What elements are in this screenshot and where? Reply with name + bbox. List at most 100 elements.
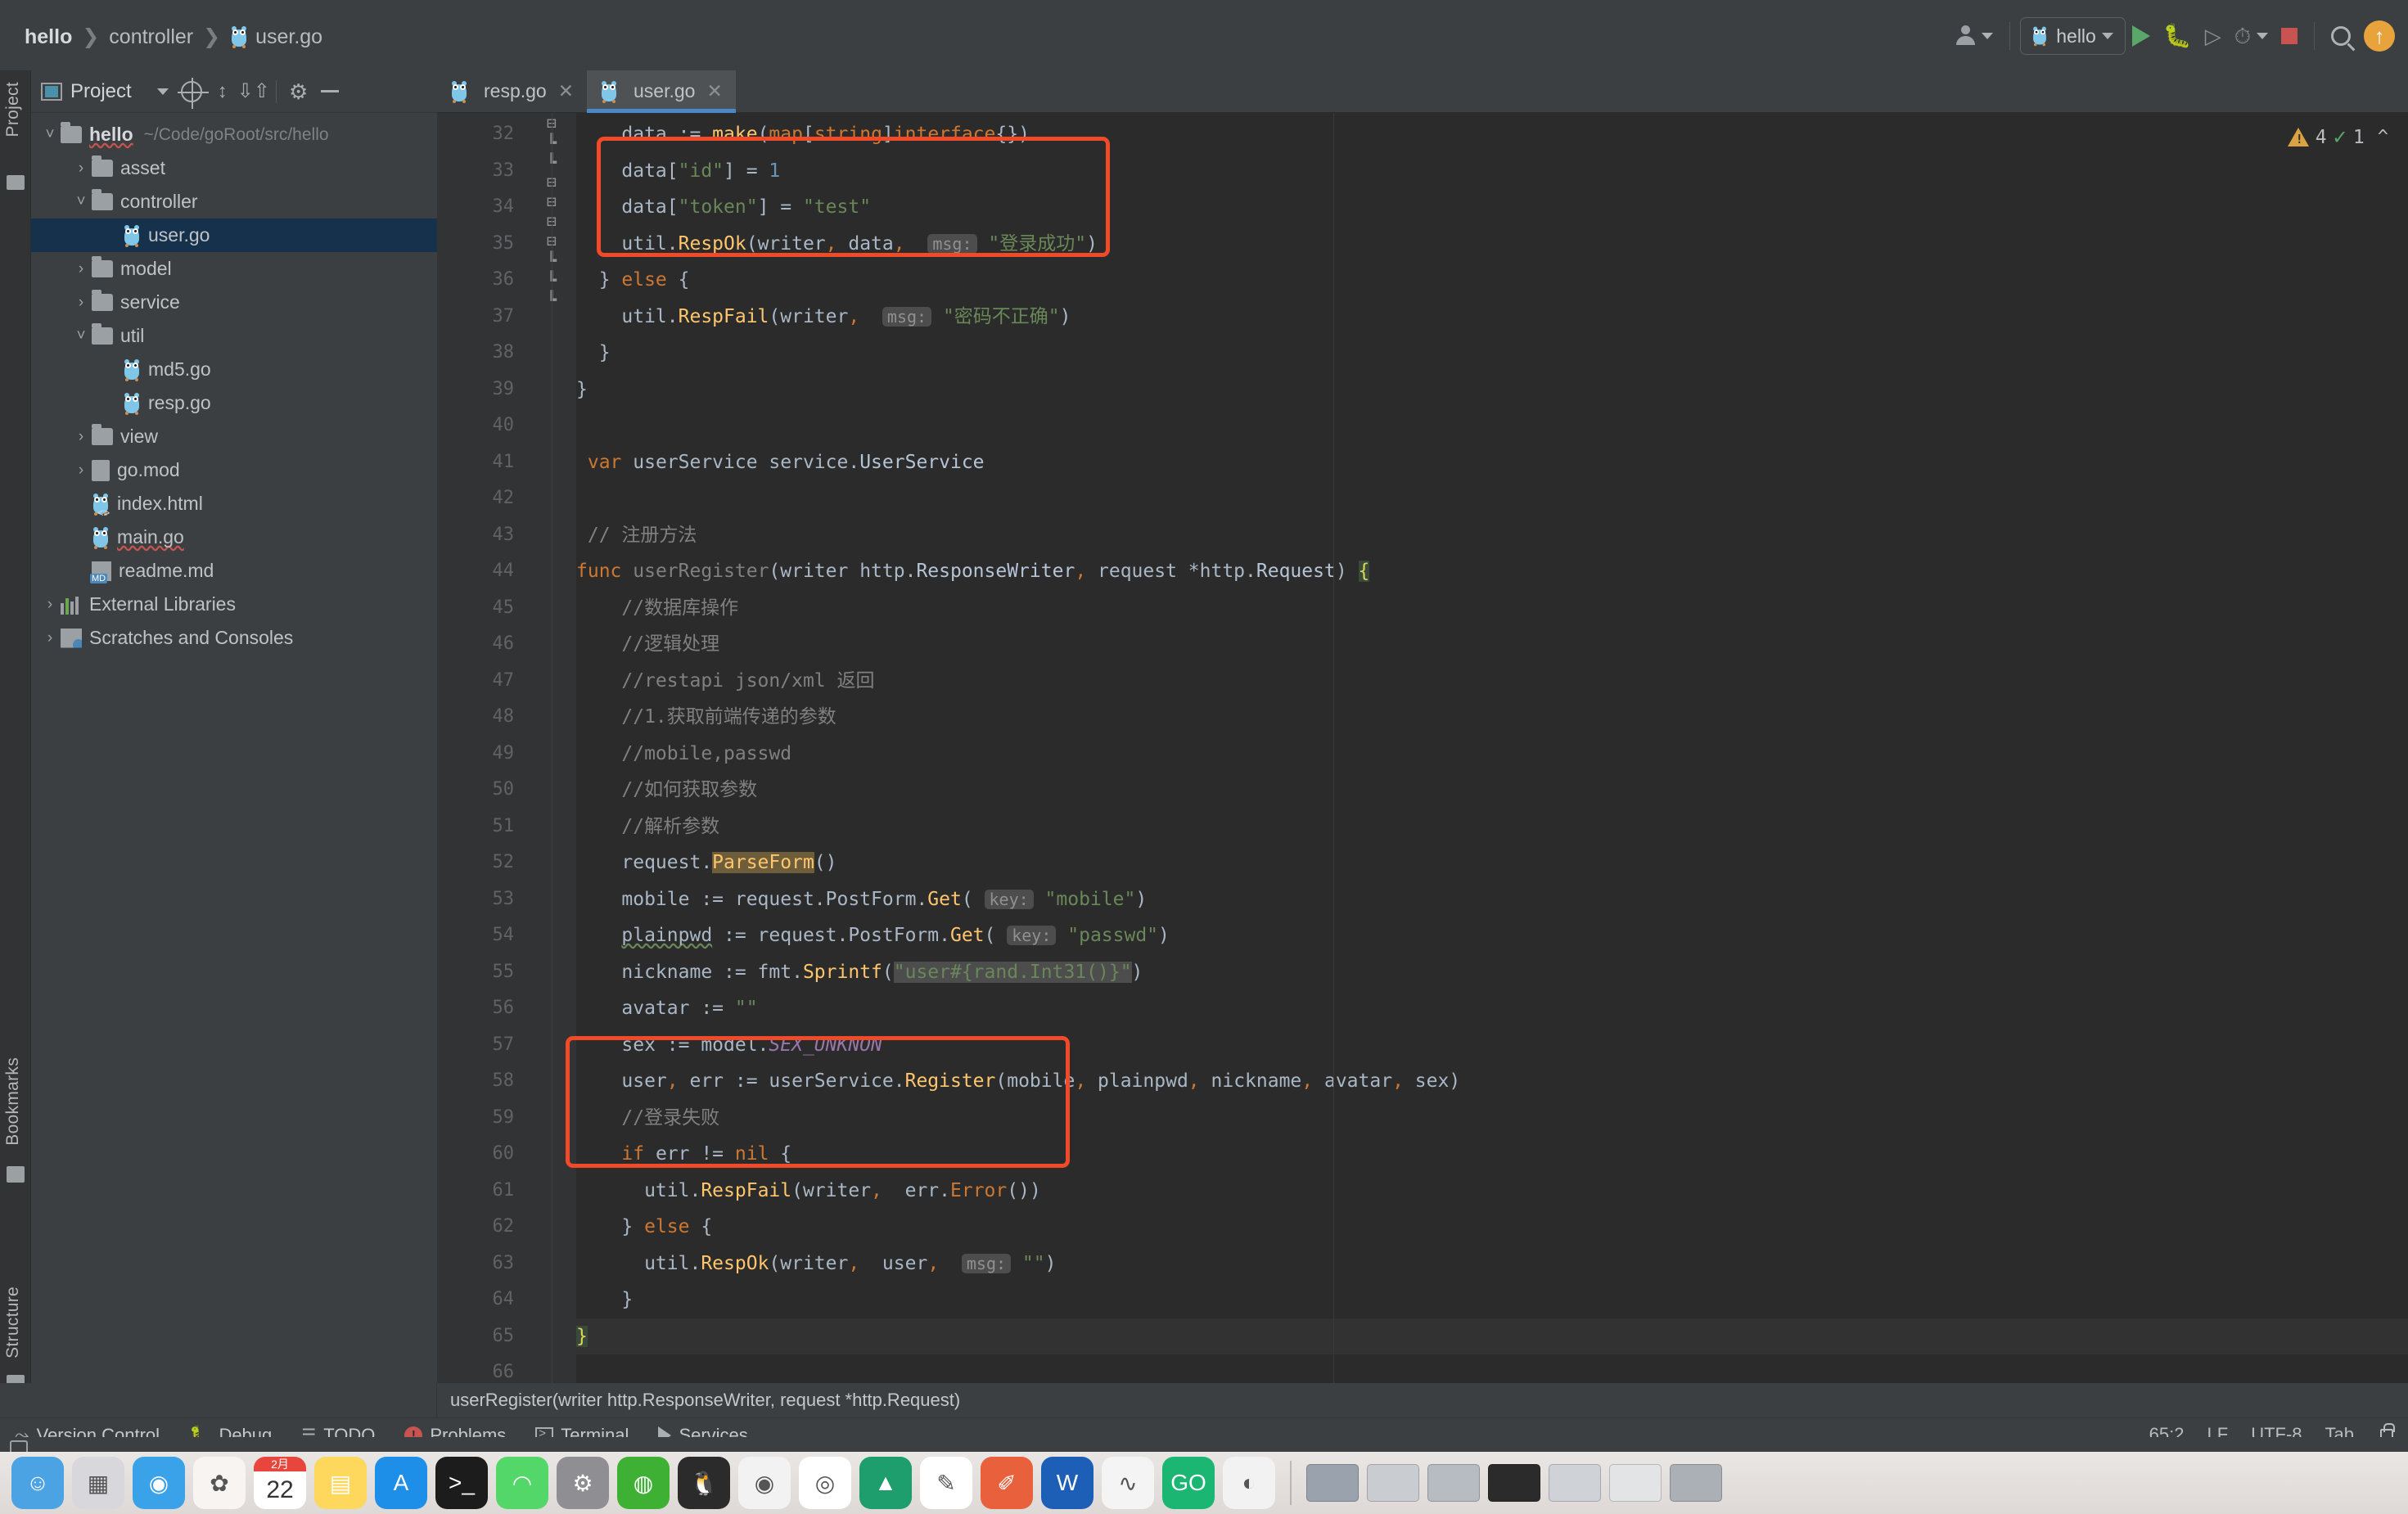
code-line[interactable]: //数据库操作 bbox=[576, 590, 2408, 627]
dock-activity-monitor-icon[interactable]: ∿ bbox=[1102, 1457, 1154, 1509]
chevron-right-icon[interactable]: › bbox=[70, 294, 92, 312]
dock-messages-icon[interactable]: ◠ bbox=[496, 1457, 548, 1509]
breadcrumb-item-folder[interactable]: controller bbox=[101, 25, 201, 49]
editor-tab-resp-go[interactable]: resp.go ✕ bbox=[437, 70, 587, 112]
dock-minimized-window[interactable] bbox=[1306, 1464, 1359, 1502]
code-line[interactable]: nickname := fmt.Sprintf("user#{rand.Int3… bbox=[576, 954, 2408, 991]
hide-panel-button[interactable] bbox=[314, 76, 345, 107]
project-settings-button[interactable]: ⚙ bbox=[283, 76, 314, 107]
dock-sourcetree-icon[interactable]: ▲ bbox=[859, 1457, 912, 1509]
collapse-all-button[interactable]: ⇩⇧ bbox=[237, 76, 270, 107]
tree-node-index-html[interactable]: index.html bbox=[31, 487, 437, 520]
profile-button[interactable]: ⏱ bbox=[2228, 14, 2275, 58]
chevron-up-icon[interactable]: ^ bbox=[2378, 127, 2388, 147]
code-line[interactable]: avatar := "" bbox=[576, 990, 2408, 1027]
scroll-from-source-button[interactable] bbox=[176, 76, 209, 109]
code-content[interactable]: data := make(map[string]interface{}) dat… bbox=[576, 116, 2408, 1417]
code-line[interactable]: util.RespOk(writer, user, msg: "") bbox=[576, 1246, 2408, 1282]
tool-window-button-bookmarks[interactable]: Bookmarks bbox=[3, 1057, 23, 1146]
dock-notes-icon[interactable]: ▤ bbox=[314, 1457, 367, 1509]
breadcrumb-item-project[interactable]: hello bbox=[16, 25, 80, 49]
run-button[interactable] bbox=[2126, 14, 2157, 58]
code-line[interactable] bbox=[576, 480, 2408, 517]
code-line[interactable]: // 注册方法 bbox=[576, 517, 2408, 554]
dock-word-icon[interactable]: W bbox=[1041, 1457, 1094, 1509]
dock-minimized-window[interactable] bbox=[1549, 1464, 1601, 1502]
code-line[interactable]: data["id"] = 1 bbox=[576, 153, 2408, 190]
code-line[interactable]: //解析参数 bbox=[576, 809, 2408, 845]
code-line[interactable]: data := make(map[string]interface{}) bbox=[576, 116, 2408, 153]
tree-node-md5-go[interactable]: md5.go bbox=[31, 353, 437, 386]
dock-chrome-icon[interactable]: ◉ bbox=[738, 1457, 791, 1509]
dock-appstore-icon[interactable]: A bbox=[375, 1457, 427, 1509]
account-button[interactable] bbox=[1948, 14, 2000, 58]
code-line[interactable]: data["token"] = "test" bbox=[576, 189, 2408, 226]
inspection-widget[interactable]: 4 ✓ 1 ^ bbox=[2287, 124, 2388, 150]
code-line[interactable]: } bbox=[576, 1282, 2408, 1318]
tool-window-button-project[interactable]: Project bbox=[3, 82, 23, 137]
tree-node-scratches-and-consoles[interactable]: › Scratches and Consoles bbox=[31, 621, 437, 655]
chevron-right-icon[interactable]: › bbox=[70, 462, 92, 480]
project-view-dropdown-button[interactable] bbox=[145, 76, 176, 107]
tree-node-user-go[interactable]: user.go bbox=[31, 219, 437, 252]
tree-node-resp-go[interactable]: resp.go bbox=[31, 386, 437, 420]
tree-node-controller[interactable]: ˅ controller bbox=[31, 185, 437, 219]
code-line[interactable]: } else { bbox=[576, 262, 2408, 299]
tree-node-model[interactable]: › model bbox=[31, 252, 437, 286]
code-line[interactable]: plainpwd := request.PostForm.Get( key: "… bbox=[576, 917, 2408, 954]
tool-window-button-structure[interactable]: Structure bbox=[3, 1286, 23, 1359]
code-line[interactable]: } else { bbox=[576, 1209, 2408, 1246]
dock-minimized-window[interactable] bbox=[1670, 1464, 1722, 1502]
chevron-down-icon[interactable]: ˅ bbox=[39, 126, 61, 144]
code-line[interactable]: //1.获取前端传递的参数 bbox=[576, 699, 2408, 736]
code-line[interactable] bbox=[576, 408, 2408, 444]
dock-wechat-icon[interactable]: ◍ bbox=[617, 1457, 670, 1509]
chevron-down-icon[interactable]: ˅ bbox=[70, 327, 92, 345]
debug-button[interactable]: 🐛 bbox=[2157, 14, 2198, 58]
dock-calendar-icon[interactable]: 2月 22 bbox=[254, 1457, 306, 1509]
dock-terminal-icon[interactable]: >_ bbox=[435, 1457, 488, 1509]
search-everywhere-button[interactable] bbox=[2325, 14, 2357, 58]
dock-system-settings-icon[interactable]: ⚙ bbox=[557, 1457, 609, 1509]
tree-node-service[interactable]: › service bbox=[31, 286, 437, 319]
close-icon[interactable]: ✕ bbox=[706, 80, 722, 102]
run-configuration-selector[interactable]: hello bbox=[2020, 17, 2126, 55]
code-line[interactable]: mobile := request.PostForm.Get( key: "mo… bbox=[576, 881, 2408, 918]
chevron-right-icon[interactable]: › bbox=[70, 160, 92, 178]
editor-tab-user-go[interactable]: user.go ✕ bbox=[587, 70, 736, 113]
dock-launchpad-icon[interactable]: ▦ bbox=[72, 1457, 124, 1509]
code-editor[interactable]: 32 33 34 35 36 37 38 39 40 41 42 43 44 45 46 47 48 49 50 51… bbox=[437, 113, 2408, 1417]
code-line[interactable]: util.RespFail(writer, err.Error()) bbox=[576, 1173, 2408, 1210]
code-line[interactable]: util.RespOk(writer, data, msg: "登录成功") bbox=[576, 226, 2408, 263]
tree-node-hello[interactable]: ˅ hello ~/Code/goRoot/src/hello bbox=[31, 118, 437, 151]
code-line[interactable]: //mobile,passwd bbox=[576, 736, 2408, 773]
tree-node-util[interactable]: ˅ util bbox=[31, 319, 437, 353]
expand-all-button[interactable]: ↕ bbox=[207, 76, 238, 107]
code-line[interactable]: sex := model.SEX_UNKNON bbox=[576, 1027, 2408, 1064]
dock-photos-icon[interactable]: ✿ bbox=[193, 1457, 246, 1509]
code-line[interactable]: } bbox=[576, 335, 2408, 372]
tree-node-main-go[interactable]: main.go bbox=[31, 520, 437, 554]
dock-finder-icon[interactable]: ☺ bbox=[11, 1457, 64, 1509]
code-line[interactable]: if err != nil { bbox=[576, 1136, 2408, 1173]
project-file-tree[interactable]: ˅ hello ~/Code/goRoot/src/hello › asset ˅ cont… bbox=[31, 113, 437, 655]
tree-node-go-mod[interactable]: › go.mod bbox=[31, 453, 437, 487]
chevron-right-icon[interactable]: › bbox=[39, 596, 61, 614]
chevron-down-icon[interactable]: ˅ bbox=[70, 193, 92, 211]
code-line[interactable]: //逻辑处理 bbox=[576, 626, 2408, 663]
dock-minimized-window[interactable] bbox=[1367, 1464, 1419, 1502]
stop-button[interactable] bbox=[2275, 14, 2304, 58]
close-icon[interactable]: ✕ bbox=[558, 80, 574, 102]
code-line[interactable]: func userRegister(writer http.ResponseWr… bbox=[576, 553, 2408, 590]
chevron-right-icon[interactable]: › bbox=[70, 260, 92, 278]
dock-minimized-window[interactable] bbox=[1609, 1464, 1662, 1502]
dock-minimized-window[interactable] bbox=[1488, 1464, 1540, 1502]
dock-postman-icon[interactable]: ◐ bbox=[1223, 1457, 1275, 1509]
tree-node-asset[interactable]: › asset bbox=[31, 151, 437, 185]
updates-button[interactable] bbox=[2357, 14, 2401, 58]
tree-node-readme-md[interactable]: readme.md bbox=[31, 554, 437, 588]
editor-tab-bar[interactable]: resp.go ✕ user.go ✕ bbox=[437, 70, 2408, 113]
code-line[interactable]: } bbox=[576, 1318, 2408, 1354]
breadcrumb-item-file[interactable]: user.go bbox=[222, 25, 331, 49]
dock-safari-icon[interactable]: ◉ bbox=[133, 1457, 185, 1509]
